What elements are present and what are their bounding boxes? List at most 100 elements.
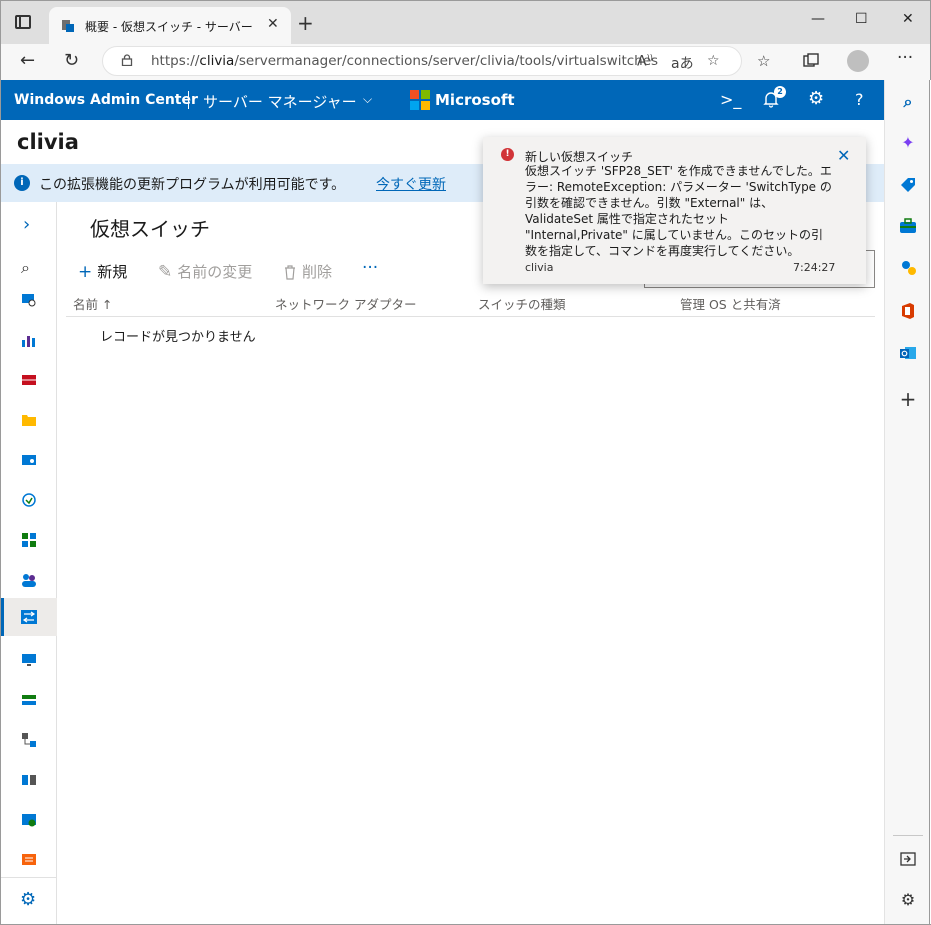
toast-server: clivia	[525, 261, 554, 274]
address-bar[interactable]: https://clivia/servermanager/connections…	[102, 46, 742, 76]
search-icon[interactable]: ⌕	[899, 93, 917, 111]
tab-title: 概要 - 仮想スイッチ - サーバー マネージャー	[85, 20, 255, 34]
column-header-name[interactable]: 名前 ↑	[73, 294, 112, 313]
url-text[interactable]: https://clivia/servermanager/connections…	[151, 53, 658, 69]
tool-title: 仮想スイッチ	[90, 217, 210, 241]
lock-icon	[121, 54, 133, 66]
banner-message: この拡張機能の更新プログラムが利用可能です。	[39, 177, 346, 193]
tool-rail: › ⌕ ⚙	[1, 202, 57, 924]
column-header-shared-with-os[interactable]: 管理 OS と共有済	[680, 294, 781, 313]
firewall-icon	[22, 375, 36, 385]
virtual-switches-icon	[21, 610, 37, 624]
window-border-left	[0, 80, 1, 925]
rail-item-updates[interactable]	[1, 482, 57, 518]
update-now-link[interactable]: 今すぐ更新	[376, 174, 446, 194]
browser-tab-active[interactable]: 概要 - 仮想スイッチ - サーバー マネージャー ✕	[49, 7, 291, 45]
gear-icon[interactable]: ⚙	[808, 88, 824, 109]
collections-icon[interactable]	[802, 52, 820, 70]
refresh-button[interactable]: ↻	[64, 50, 79, 71]
server-manager-favicon-icon	[62, 20, 74, 32]
add-favorite-icon[interactable]: ☆	[707, 53, 720, 69]
edge-sidebar: ⌕ ✦ + ⚙	[884, 80, 930, 924]
read-aloud-icon[interactable]: A))	[637, 53, 653, 70]
toast-message: 仮想スイッチ 'SFP28_SET' を作成できませんでした。エラー: Remo…	[525, 164, 832, 258]
users-icon	[22, 574, 36, 587]
network-icon	[22, 733, 36, 747]
more-commands-button[interactable]: ···	[362, 258, 378, 278]
wac-header: Windows Admin Center サーバー マネージャー ⌵ Micro…	[1, 80, 884, 120]
copilot-icon[interactable]: ✦	[899, 134, 917, 152]
column-header-switch-type[interactable]: スイッチの種類	[478, 294, 566, 313]
rail-item-scheduled-tasks[interactable]	[1, 802, 57, 838]
rail-item-storage[interactable]	[1, 442, 57, 478]
notification-badge: 2	[774, 86, 786, 98]
apps-icon	[22, 533, 36, 547]
trash-icon	[285, 264, 295, 280]
maximize-button[interactable]: ☐	[855, 11, 868, 27]
column-header-network-adapter[interactable]: ネットワーク アダプター	[275, 294, 416, 313]
app-switcher[interactable]: サーバー マネージャー	[203, 91, 357, 112]
files-icon	[22, 415, 36, 426]
rail-item-services[interactable]	[1, 762, 57, 798]
rail-item-remote-desktop[interactable]	[1, 642, 57, 678]
hide-sidebar-icon[interactable]	[899, 850, 917, 868]
scheduled-tasks-icon	[22, 814, 36, 827]
updates-icon	[22, 493, 36, 507]
add-icon: +	[78, 261, 93, 282]
remote-desktop-icon	[22, 654, 36, 666]
sidebar-divider	[893, 835, 923, 836]
expand-rail-icon[interactable]: ›	[23, 214, 30, 235]
chevron-down-icon[interactable]: ⌵	[363, 92, 372, 107]
services-icon	[22, 775, 36, 785]
new-tab-button[interactable]: +	[297, 11, 314, 35]
table-header-divider	[66, 316, 875, 317]
help-icon[interactable]: ?	[855, 90, 864, 109]
outlook-icon[interactable]	[899, 344, 917, 362]
rail-item-network[interactable]	[1, 722, 57, 758]
close-icon[interactable]: ✕	[837, 146, 850, 165]
rail-item-certificates[interactable]	[1, 842, 57, 878]
info-icon: i	[14, 175, 30, 191]
shopping-tag-icon[interactable]	[899, 176, 917, 194]
delete-button[interactable]: 削除	[283, 261, 332, 282]
profile-avatar[interactable]	[847, 50, 869, 72]
rail-item-performance[interactable]	[1, 322, 57, 358]
new-button[interactable]: + 新規	[78, 261, 127, 282]
minimize-button[interactable]: —	[811, 11, 825, 27]
tab-actions-icon[interactable]	[15, 15, 31, 29]
tab-close-icon[interactable]: ✕	[267, 16, 279, 32]
rail-settings[interactable]: ⚙	[1, 877, 57, 924]
rail-item-apps[interactable]	[1, 522, 57, 558]
rail-item-users[interactable]	[1, 562, 57, 598]
favorites-icon[interactable]: ☆	[757, 52, 770, 70]
rename-button[interactable]: ✎ 名前の変更	[158, 261, 252, 282]
games-icon[interactable]	[899, 259, 917, 277]
office-icon[interactable]	[899, 302, 917, 320]
sidebar-settings-icon[interactable]: ⚙	[899, 891, 917, 909]
search-icon[interactable]: ⌕	[21, 258, 30, 278]
server-name: clivia	[17, 130, 79, 154]
tools-briefcase-icon[interactable]	[899, 217, 917, 235]
rail-item-disks[interactable]	[1, 682, 57, 718]
wac-brand[interactable]: Windows Admin Center	[14, 92, 198, 108]
pencil-icon: ✎	[158, 261, 173, 282]
powershell-icon[interactable]: >_	[720, 90, 741, 109]
rail-item-firewall[interactable]	[1, 362, 57, 398]
back-button[interactable]: ←	[20, 50, 35, 71]
add-sidebar-app-icon[interactable]: +	[899, 389, 917, 409]
settings-more-icon[interactable]: ···	[897, 48, 913, 68]
error-toast[interactable]: ! 新しい仮想スイッチ 仮想スイッチ 'SFP28_SET' を作成できませんで…	[483, 137, 866, 284]
error-icon: !	[501, 148, 514, 161]
browser-titlebar: 概要 - 仮想スイッチ - サーバー マネージャー ✕ + — ☐ ✕	[0, 0, 931, 45]
performance-icon	[22, 336, 35, 347]
rail-item-virtual-switches[interactable]	[1, 598, 57, 636]
rail-item-files[interactable]	[1, 402, 57, 438]
browser-toolbar: ← ↻ https://clivia/servermanager/connect…	[0, 44, 931, 80]
server-manager-icon	[22, 294, 36, 307]
settings-icon: ⚙	[20, 889, 37, 910]
close-window-button[interactable]: ✕	[902, 11, 914, 27]
toast-timestamp: 7:24:27	[793, 261, 836, 274]
rail-item-overview[interactable]	[1, 282, 57, 318]
microsoft-wordmark: Microsoft	[435, 91, 515, 109]
translate-icon[interactable]: aあ	[671, 53, 694, 73]
